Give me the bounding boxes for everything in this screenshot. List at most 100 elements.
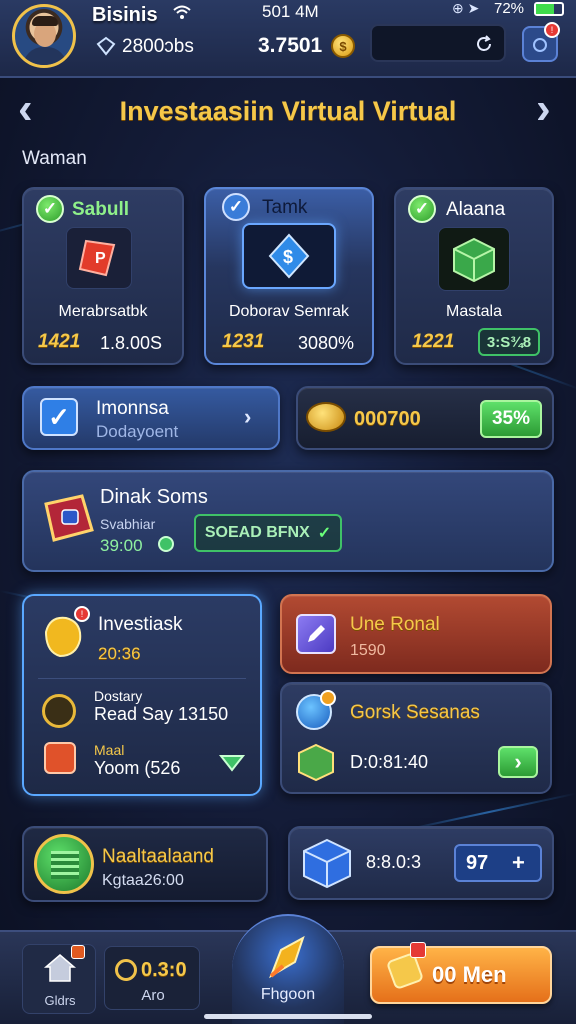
card-stat-a: 1221 <box>412 331 455 352</box>
notification-badge: ! <box>544 22 560 38</box>
quest-subtitle: Dodayoent <box>96 422 179 441</box>
trade-value: 8:8.0:3 <box>366 852 422 872</box>
nav-timer-label: Aro <box>141 987 165 1004</box>
nav-center-button[interactable]: Fhgoon <box>232 914 344 1024</box>
event-banner[interactable]: Dinak Soms Svabhiar 39:00 SOEAD BFNX ✓ <box>22 470 554 572</box>
check-icon: ✓ <box>36 195 64 223</box>
battery-icon <box>534 2 564 16</box>
card-title: Alaana <box>446 199 506 220</box>
hand-coin-icon: ! <box>40 606 90 667</box>
svg-text:$: $ <box>283 247 293 267</box>
green-gem-icon <box>218 746 246 779</box>
card-stat-b: 3:S¾8 <box>478 328 540 356</box>
card-name: Merabrsatbk <box>58 303 148 320</box>
profile-name: Bisinis <box>92 4 158 26</box>
banner-title: Dinak Soms <box>100 486 208 508</box>
notification-badge <box>320 690 336 706</box>
nav-timer-value: 0.3:0 <box>141 959 187 981</box>
bottom-nav: Gldrs 0.3:0 Aro Fhgoon 00 Men <box>0 914 576 1024</box>
box-icon <box>296 742 336 787</box>
signal-icon: ⊕ ➤ <box>452 0 480 16</box>
pencil-icon <box>296 614 336 654</box>
card-title: Tamk <box>262 197 308 218</box>
bonus-value: 1590 <box>350 642 386 659</box>
checkmark-icon: ✓ <box>317 525 332 542</box>
avatar[interactable] <box>12 4 76 68</box>
gems-count: 2800ɔbs <box>122 36 194 57</box>
card-stat-b: 1.8.00S <box>100 333 163 353</box>
svg-text:P: P <box>95 250 106 267</box>
season-go-button[interactable]: › <box>498 746 538 778</box>
card-tamk[interactable]: ✓ Tamk $ Doborav Semrak 1231 3080% <box>204 187 374 365</box>
invest-title: Investiask <box>98 614 183 635</box>
notification-badge <box>71 945 85 959</box>
card-sabull[interactable]: ✓ Sabull P Merabrsatbk 1421 1.8.00S <box>22 187 184 365</box>
red-flag-icon: P <box>66 227 132 289</box>
page-title: Investaasiin Virtual Virtual <box>119 96 457 126</box>
quest-title: Imonnsa <box>96 398 169 419</box>
cta-button[interactable]: 00 Men <box>370 942 552 1004</box>
quantity-stepper[interactable]: 97 + <box>454 844 542 882</box>
nav-home-label: Gldrs <box>44 993 76 1008</box>
coin-bar-value: 000700 <box>354 408 421 430</box>
cta-label: 00 Men <box>432 962 507 987</box>
season-value: D:0:81:40 <box>350 752 429 772</box>
nav-center-label: Fhgoon <box>260 986 316 1003</box>
quantity-input[interactable]: 97 <box>466 852 488 875</box>
nav-timer-button[interactable]: 0.3:0 Aro <box>104 946 200 1010</box>
banner-action-button[interactable]: SOEAD BFNX ✓ <box>194 514 342 552</box>
neighbor-title: Naaltaalaand <box>102 846 214 867</box>
trade-box[interactable]: 8:8.0:3 97 + <box>288 826 554 900</box>
coin-bar-badge[interactable]: 35% <box>480 400 542 438</box>
coin-ring-icon <box>42 694 76 728</box>
nav-home-button[interactable]: Gldrs <box>22 944 96 1014</box>
card-alaana[interactable]: ✓ Alaana Mastala 1221 3:S¾8 <box>394 187 554 365</box>
home-indicator[interactable] <box>204 1014 372 1019</box>
coins-count: 3.7501 <box>258 34 323 57</box>
orange-gear-icon <box>44 742 76 774</box>
divider <box>38 678 246 679</box>
shield-button[interactable]: ! <box>522 22 560 62</box>
rocket-icon <box>269 935 305 979</box>
card-name: Mastala <box>445 303 503 320</box>
neighbor-panel[interactable]: Naaltaalaand Kgtaa26:00 <box>22 826 268 902</box>
plus-button[interactable]: + <box>512 850 525 876</box>
season-panel[interactable]: Gorsk Sesanas D:0:81:40 › <box>280 682 552 794</box>
row-value: Yoom (526 <box>94 758 181 778</box>
header: Bisinis 2800ɔbs 501 4M 3.7501 $ ⊕ ➤ 72% … <box>0 0 576 78</box>
blue-cube-icon <box>300 836 354 895</box>
status-time: 501 4M <box>262 2 319 21</box>
row-value: Read Say 13150 <box>94 704 229 724</box>
wifi-icon <box>172 4 192 25</box>
banner-action-label: SOEAD BFNX <box>204 524 310 541</box>
refresh-icon[interactable] <box>474 34 494 59</box>
notification-badge <box>410 942 426 958</box>
card-stat-a: 1421 <box>38 331 81 352</box>
clock-icon <box>158 536 174 552</box>
book-icon <box>40 490 98 551</box>
building-icon <box>34 834 94 894</box>
banner-value: 39:00 <box>100 536 143 555</box>
neighbor-subtitle: Kgtaa26:00 <box>102 872 184 889</box>
check-icon: ✓ <box>408 195 436 223</box>
green-cube-icon <box>438 227 510 291</box>
card-stat-b: 3080% <box>298 333 355 353</box>
coin-icon: $ <box>331 34 355 58</box>
search-input[interactable] <box>370 24 506 62</box>
row-label: Dostary <box>94 688 143 704</box>
battery-text: 72% <box>494 0 525 17</box>
shield-icon <box>533 38 547 52</box>
check-icon: ✓ <box>222 193 250 221</box>
bonus-title: Une Ronal <box>350 614 440 635</box>
invest-panel[interactable]: ! Investiask 20:36 Dostary Read Say 1315… <box>22 594 262 796</box>
coin-stack-icon <box>306 402 346 432</box>
card-stat-a: 1231 <box>222 331 265 352</box>
section-label: Waman <box>22 148 87 169</box>
checkbox-icon: ✓ <box>40 398 78 436</box>
dollar-shield-icon: $ <box>242 223 336 289</box>
card-name: Doborav Semrak <box>228 303 350 320</box>
chevron-right-icon: › <box>244 404 252 429</box>
next-arrow-button[interactable]: › <box>536 84 551 134</box>
quest-button[interactable]: ✓ Imonnsa Dodayoent › <box>22 386 280 450</box>
bonus-panel[interactable]: Une Ronal 1590 <box>280 594 552 674</box>
